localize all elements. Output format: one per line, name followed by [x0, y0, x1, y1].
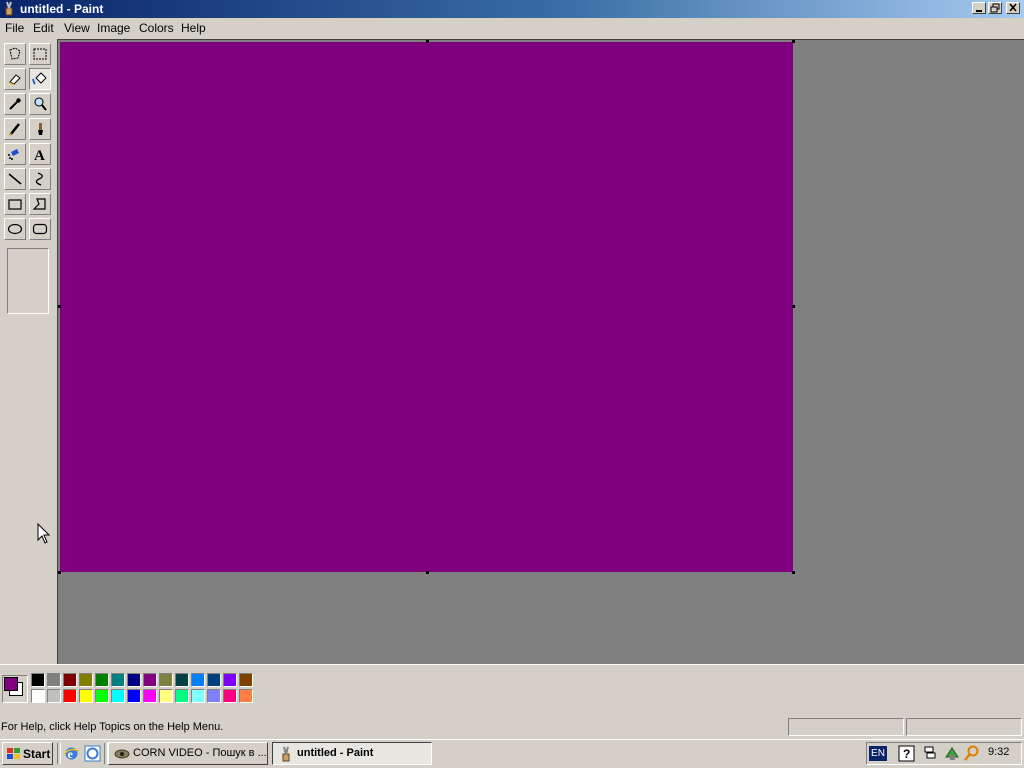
- resize-handle: [426, 40, 429, 43]
- paint-app-icon[interactable]: [2, 1, 16, 16]
- palette-color-swatch[interactable]: [207, 689, 221, 703]
- palette-color-swatch[interactable]: [47, 689, 61, 703]
- tool-magnifier[interactable]: [29, 93, 51, 115]
- paint-app-icon: [282, 746, 290, 762]
- search-icon[interactable]: [963, 745, 980, 765]
- windows-logo-icon: [7, 748, 20, 759]
- tool-ellipse[interactable]: [4, 218, 26, 240]
- tool-airbrush[interactable]: [4, 143, 26, 165]
- status-pane-main: [2, 718, 786, 736]
- tool-pick-color[interactable]: [4, 93, 26, 115]
- menu-help[interactable]: Help: [181, 21, 206, 35]
- resize-handle: [792, 40, 795, 43]
- palette-color-swatch[interactable]: [159, 673, 173, 687]
- menu-edit[interactable]: Edit: [33, 21, 54, 35]
- ie-browser-icon[interactable]: [84, 745, 101, 762]
- svg-text:A: A: [34, 148, 45, 162]
- tool-curve[interactable]: [29, 168, 51, 190]
- task-button-corn-video[interactable]: CORN VIDEO - Пошук в ...: [108, 742, 268, 765]
- palette-color-swatch[interactable]: [31, 689, 45, 703]
- palette-color-swatch[interactable]: [111, 673, 125, 687]
- status-pane-coords: [788, 718, 904, 736]
- menu-view[interactable]: View: [64, 21, 90, 35]
- palette-color-swatch[interactable]: [95, 689, 109, 703]
- palette-color-swatch[interactable]: [127, 673, 141, 687]
- taskbar-separator: [57, 743, 61, 764]
- palette-color-swatch[interactable]: [95, 673, 109, 687]
- menu-image[interactable]: Image: [97, 21, 130, 35]
- tool-rectangle[interactable]: [4, 193, 26, 215]
- restore-button[interactable]: [988, 2, 1002, 14]
- palette-color-swatch[interactable]: [239, 689, 253, 703]
- palette-color-swatch[interactable]: [47, 673, 61, 687]
- palette-color-swatch[interactable]: [207, 673, 221, 687]
- palette-color-swatch[interactable]: [31, 673, 45, 687]
- task-button-paint[interactable]: untitled - Paint: [272, 742, 432, 765]
- language-indicator[interactable]: EN: [869, 746, 887, 761]
- palette-color-swatch[interactable]: [111, 689, 125, 703]
- tool-eraser[interactable]: [4, 68, 26, 90]
- tool-line[interactable]: [4, 168, 26, 190]
- menu-colors[interactable]: Colors: [139, 21, 174, 35]
- tool-text[interactable]: A: [29, 143, 51, 165]
- tool-brush[interactable]: [29, 118, 51, 140]
- palette-color-swatch[interactable]: [79, 673, 93, 687]
- palette-color-swatch[interactable]: [159, 689, 173, 703]
- close-button[interactable]: [1006, 2, 1020, 14]
- drawing-canvas[interactable]: [60, 42, 793, 572]
- palette-color-swatch[interactable]: [191, 673, 205, 687]
- svg-text:?: ?: [903, 747, 910, 761]
- tool-fill-with-color[interactable]: [29, 68, 51, 90]
- palette-color-swatch[interactable]: [223, 673, 237, 687]
- clock: 9:32: [988, 746, 1010, 758]
- start-label: Start: [23, 747, 51, 761]
- palette-color-swatch[interactable]: [127, 689, 141, 703]
- palette-color-swatch[interactable]: [191, 689, 205, 703]
- task-label: untitled - Paint: [297, 747, 374, 759]
- palette-color-swatch[interactable]: [239, 673, 253, 687]
- status-pane-size: [906, 718, 1022, 736]
- mouse-cursor-icon: [37, 522, 51, 548]
- start-button[interactable]: Start: [2, 742, 53, 765]
- palette-color-swatch[interactable]: [175, 689, 189, 703]
- help-icon[interactable]: ?: [898, 745, 915, 765]
- tool-options-box[interactable]: [7, 248, 49, 314]
- tool-select[interactable]: [29, 43, 51, 65]
- resize-handle: [58, 571, 61, 574]
- palette-color-swatch[interactable]: [63, 689, 77, 703]
- tray-app-icon[interactable]: [944, 745, 961, 765]
- tool-pencil[interactable]: [4, 118, 26, 140]
- internet-explorer-icon[interactable]: e: [63, 745, 80, 762]
- tool-polygon[interactable]: [29, 193, 51, 215]
- minimize-button[interactable]: [972, 2, 986, 14]
- resize-handle: [58, 305, 61, 308]
- menu-file[interactable]: File: [5, 21, 24, 35]
- palette-color-swatch[interactable]: [143, 689, 157, 703]
- palette-color-swatch[interactable]: [143, 673, 157, 687]
- browser-window-icon: [114, 749, 130, 759]
- resize-handle[interactable]: [792, 305, 795, 308]
- window-title: untitled - Paint: [20, 2, 104, 16]
- network-icon[interactable]: [921, 745, 938, 765]
- title-bar[interactable]: [0, 0, 1024, 18]
- palette-color-swatch[interactable]: [175, 673, 189, 687]
- tool-free-form-select[interactable]: [4, 43, 26, 65]
- palette-color-swatch[interactable]: [63, 673, 77, 687]
- palette-color-swatch[interactable]: [79, 689, 93, 703]
- resize-handle[interactable]: [792, 571, 795, 574]
- resize-handle[interactable]: [426, 571, 429, 574]
- task-label: CORN VIDEO - Пошук в ...: [133, 747, 267, 759]
- tool-rounded-rectangle[interactable]: [29, 218, 51, 240]
- foreground-color-swatch: [4, 677, 18, 691]
- palette-color-swatch[interactable]: [223, 689, 237, 703]
